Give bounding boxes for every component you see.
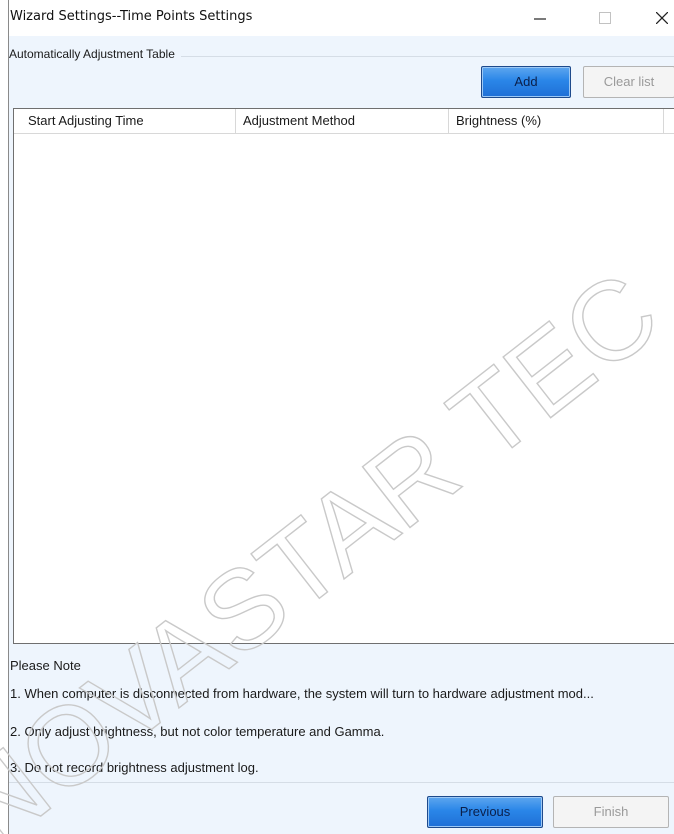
footer-divider bbox=[9, 782, 674, 783]
minimize-icon bbox=[534, 18, 546, 20]
column-separator[interactable] bbox=[448, 109, 449, 133]
maximize-icon bbox=[599, 12, 611, 24]
maximize-button bbox=[582, 0, 628, 36]
column-separator[interactable] bbox=[663, 109, 664, 133]
wizard-window: Wizard Settings--Time Points Settings Au… bbox=[8, 0, 674, 834]
finish-button: Finish bbox=[553, 796, 669, 828]
add-button[interactable]: Add bbox=[481, 66, 571, 98]
notes-heading: Please Note bbox=[10, 658, 81, 673]
column-header-adjustment-method[interactable]: Adjustment Method bbox=[243, 109, 355, 133]
close-icon bbox=[656, 12, 668, 24]
adjustment-table[interactable]: Start Adjusting Time Adjustment Method B… bbox=[13, 108, 674, 644]
column-header-brightness[interactable]: Brightness (%) bbox=[456, 109, 541, 133]
close-button[interactable] bbox=[639, 0, 674, 36]
column-header-start-time[interactable]: Start Adjusting Time bbox=[28, 109, 144, 133]
group-label: Automatically Adjustment Table bbox=[9, 47, 181, 61]
table-header: Start Adjusting Time Adjustment Method B… bbox=[14, 109, 674, 134]
window-title: Wizard Settings--Time Points Settings bbox=[10, 9, 253, 24]
title-bar[interactable]: Wizard Settings--Time Points Settings bbox=[9, 0, 674, 36]
clear-list-button: Clear list bbox=[583, 66, 674, 98]
column-separator[interactable] bbox=[235, 109, 236, 133]
note-item: 2. Only adjust brightness, but not color… bbox=[10, 724, 385, 739]
previous-button[interactable]: Previous bbox=[427, 796, 543, 828]
minimize-button[interactable] bbox=[517, 0, 563, 36]
note-item: 3. Do not record brightness adjustment l… bbox=[10, 760, 259, 775]
note-item: 1. When computer is disconnected from ha… bbox=[10, 686, 594, 701]
